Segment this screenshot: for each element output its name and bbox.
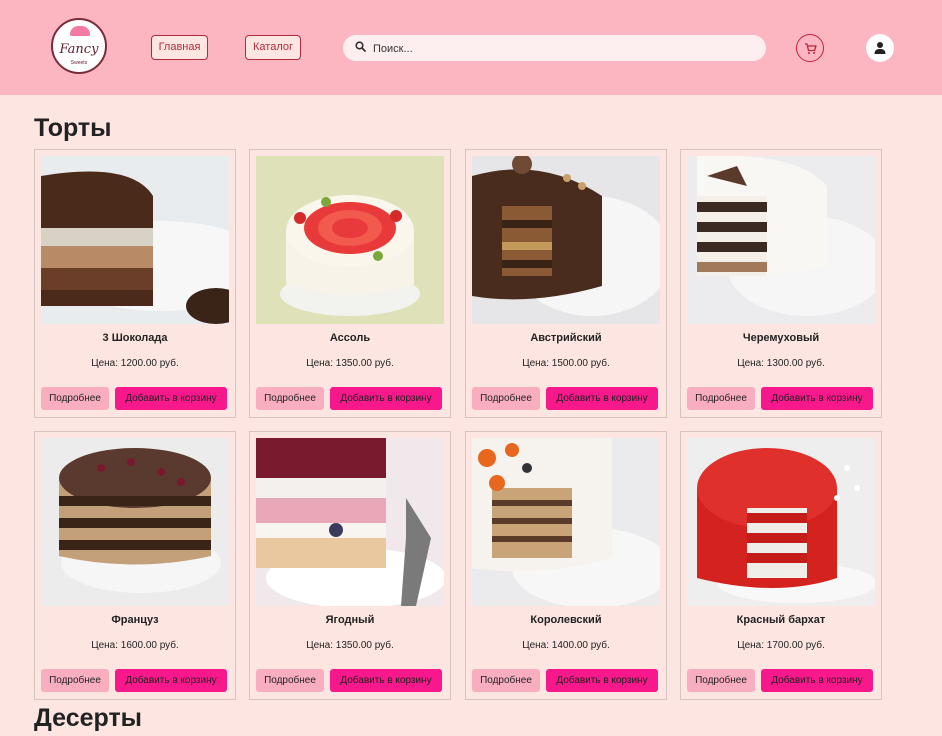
product-image[interactable] bbox=[472, 438, 660, 606]
details-button[interactable]: Подробнее bbox=[687, 669, 755, 692]
add-to-cart-button[interactable]: Добавить в корзину bbox=[330, 387, 442, 410]
product-name: Ассоль bbox=[329, 332, 371, 344]
add-to-cart-button[interactable]: Добавить в корзину bbox=[546, 387, 658, 410]
details-button[interactable]: Подробнее bbox=[472, 387, 540, 410]
product-card: Францyз Цена: 1600.00 руб. Подробнее Доб… bbox=[34, 431, 236, 700]
logo-text: Fancy bbox=[59, 42, 99, 57]
product-image[interactable] bbox=[256, 156, 444, 324]
product-image[interactable] bbox=[41, 438, 229, 606]
search-input[interactable] bbox=[371, 39, 755, 59]
nav-catalog-button[interactable]: Каталог bbox=[245, 35, 301, 60]
add-to-cart-button[interactable]: Добавить в корзину bbox=[761, 387, 873, 410]
product-price: Цена: 1300.00 руб. bbox=[737, 358, 825, 369]
logo[interactable]: Fancy Sweets bbox=[51, 18, 107, 74]
details-button[interactable]: Подробнее bbox=[41, 387, 109, 410]
product-image[interactable] bbox=[687, 438, 875, 606]
product-card: 3 Шоколада Цена: 1200.00 руб. Подробнее … bbox=[34, 149, 236, 418]
product-price: Цена: 1350.00 руб. bbox=[306, 640, 394, 651]
product-price: Цена: 1700.00 руб. bbox=[737, 640, 825, 651]
user-icon bbox=[874, 42, 886, 54]
details-button[interactable]: Подробнее bbox=[687, 387, 755, 410]
add-to-cart-button[interactable]: Добавить в корзину bbox=[546, 669, 658, 692]
product-price: Цена: 1200.00 руб. bbox=[91, 358, 179, 369]
search-icon bbox=[355, 41, 366, 52]
site-header: Fancy Sweets Главная Каталог bbox=[0, 0, 942, 95]
details-button[interactable]: Подробнее bbox=[41, 669, 109, 692]
user-account-button[interactable] bbox=[866, 34, 894, 62]
add-to-cart-button[interactable]: Добавить в корзину bbox=[761, 669, 873, 692]
product-name: Черемуховый bbox=[742, 332, 820, 344]
product-image[interactable] bbox=[687, 156, 875, 324]
cupcake-icon bbox=[70, 26, 90, 36]
search-bar[interactable] bbox=[343, 35, 766, 61]
product-image[interactable] bbox=[256, 438, 444, 606]
add-to-cart-button[interactable]: Добавить в корзину bbox=[330, 669, 442, 692]
product-card: Ягодный Цена: 1350.00 руб. Подробнее Доб… bbox=[249, 431, 451, 700]
product-card: Ассоль Цена: 1350.00 руб. Подробнее Доба… bbox=[249, 149, 451, 418]
product-name: Ягодный bbox=[325, 614, 375, 626]
section-title-desserts: Десерты bbox=[34, 704, 143, 732]
nav-home-button[interactable]: Главная bbox=[151, 35, 208, 60]
product-price: Цена: 1500.00 руб. bbox=[522, 358, 610, 369]
section-title-cakes: Торты bbox=[34, 114, 112, 142]
add-to-cart-button[interactable]: Добавить в корзину bbox=[115, 387, 227, 410]
product-image[interactable] bbox=[472, 156, 660, 324]
details-button[interactable]: Подробнее bbox=[472, 669, 540, 692]
product-card: Красный бархат Цена: 1700.00 руб. Подроб… bbox=[680, 431, 882, 700]
product-name: Красный бархат bbox=[736, 614, 826, 626]
add-to-cart-button[interactable]: Добавить в корзину bbox=[115, 669, 227, 692]
product-price: Цена: 1400.00 руб. bbox=[522, 640, 610, 651]
product-image[interactable] bbox=[41, 156, 229, 324]
product-card: Австрийский Цена: 1500.00 руб. Подробнее… bbox=[465, 149, 667, 418]
details-button[interactable]: Подробнее bbox=[256, 669, 324, 692]
cart-icon bbox=[805, 43, 817, 54]
product-card: Черемуховый Цена: 1300.00 руб. Подробнее… bbox=[680, 149, 882, 418]
product-name: Францyз bbox=[111, 614, 159, 626]
logo-subtext: Sweets bbox=[70, 60, 88, 66]
product-name: Королевский bbox=[530, 614, 602, 626]
cart-button[interactable] bbox=[796, 34, 824, 62]
product-name: 3 Шоколада bbox=[102, 332, 168, 344]
product-name: Австрийский bbox=[530, 332, 602, 344]
product-price: Цена: 1350.00 руб. bbox=[306, 358, 394, 369]
product-price: Цена: 1600.00 руб. bbox=[91, 640, 179, 651]
details-button[interactable]: Подробнее bbox=[256, 387, 324, 410]
product-card: Королевский Цена: 1400.00 руб. Подробнее… bbox=[465, 431, 667, 700]
